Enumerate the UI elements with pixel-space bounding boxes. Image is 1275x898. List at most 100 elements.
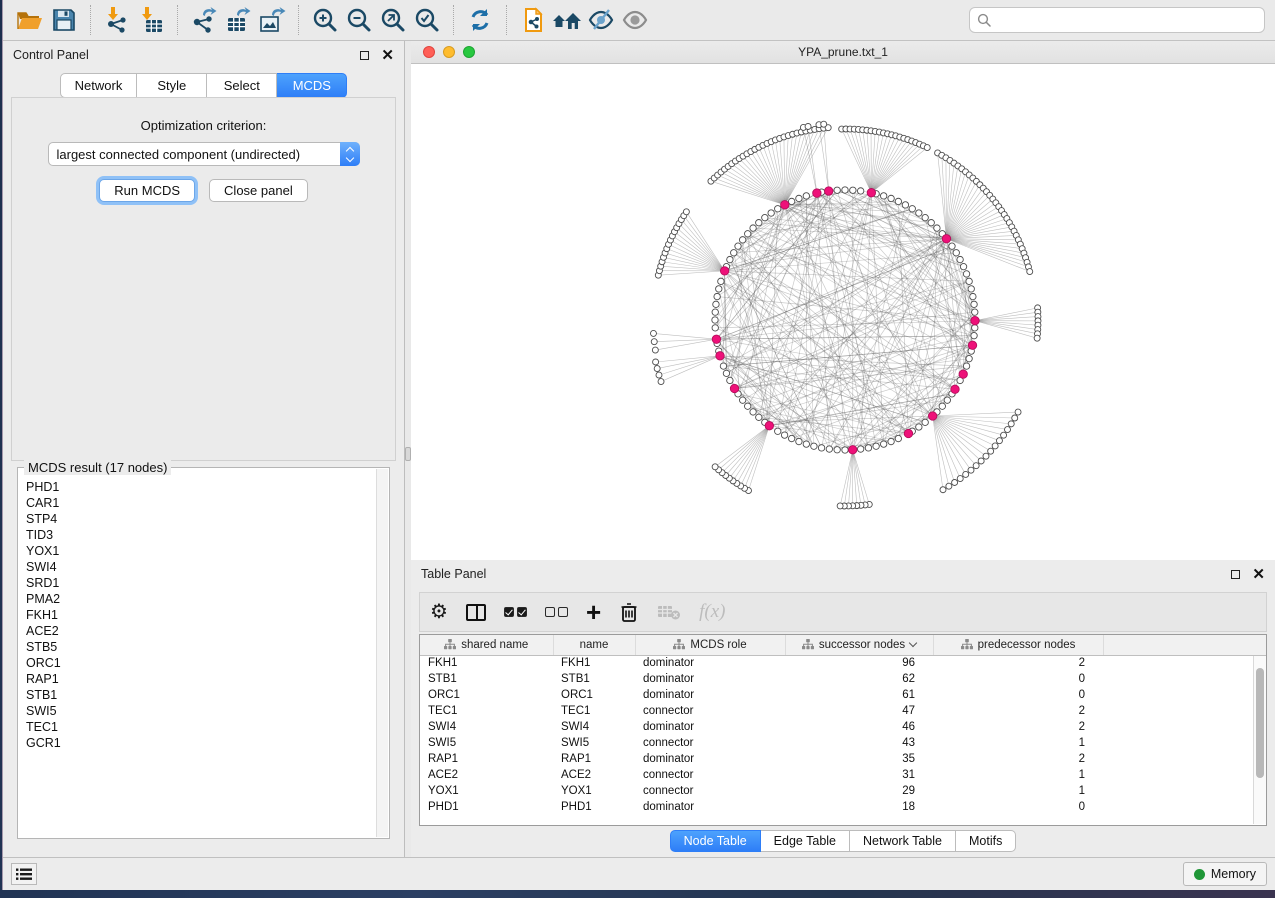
table-row[interactable]: TEC1TEC1connector472 [420, 703, 1267, 719]
network-node[interactable] [775, 206, 781, 212]
mcds-result-item[interactable]: SWI4 [26, 559, 376, 575]
network-leaf-node[interactable] [957, 476, 963, 482]
table-scrollbar[interactable] [1253, 656, 1266, 824]
network-node[interactable] [750, 225, 756, 231]
mcds-result-item[interactable]: ORC1 [26, 655, 376, 671]
table-cell[interactable]: dominator [635, 655, 785, 671]
run-mcds-button[interactable]: Run MCDS [99, 179, 195, 202]
network-node[interactable] [731, 250, 737, 256]
mcds-hub-node[interactable] [730, 384, 738, 392]
float-panel-icon[interactable] [360, 51, 369, 60]
table-cell[interactable]: 18 [785, 799, 933, 815]
table-cell[interactable]: connector [635, 703, 785, 719]
network-node[interactable] [970, 293, 976, 299]
network-node[interactable] [714, 293, 720, 299]
select-all-button[interactable] [504, 607, 527, 617]
network-node[interactable] [826, 446, 832, 452]
zoom-selected-button[interactable] [410, 4, 444, 36]
mcds-result-item[interactable]: FKH1 [26, 607, 376, 623]
network-node[interactable] [934, 225, 940, 231]
table-cell[interactable]: ORC1 [553, 687, 635, 703]
network-leaf-node[interactable] [963, 471, 969, 477]
column-header-predecessor-nodes[interactable]: predecessor nodes [933, 635, 1103, 655]
table-cell[interactable]: 1 [933, 783, 1103, 799]
network-node[interactable] [756, 414, 762, 420]
tab-motifs[interactable]: Motifs [956, 830, 1016, 852]
network-leaf-node[interactable] [1012, 415, 1018, 421]
network-leaf-node[interactable] [712, 464, 718, 470]
hide-details-button[interactable] [584, 4, 618, 36]
table-cell[interactable]: 0 [933, 671, 1103, 687]
tab-select[interactable]: Select [207, 73, 277, 98]
table-row[interactable]: PHD1PHD1dominator180 [420, 799, 1267, 815]
column-header-name[interactable]: name [553, 635, 635, 655]
mcds-hub-node[interactable] [968, 341, 976, 349]
network-node[interactable] [842, 187, 848, 193]
network-node[interactable] [811, 443, 817, 449]
mcds-hub-node[interactable] [959, 370, 967, 378]
mcds-hub-node[interactable] [849, 446, 857, 454]
show-columns-button[interactable] [466, 604, 486, 621]
network-leaf-node[interactable] [1008, 421, 1014, 427]
network-node[interactable] [895, 198, 901, 204]
export-image-button[interactable] [255, 4, 289, 36]
table-cell[interactable]: RAP1 [420, 751, 553, 767]
network-node[interactable] [880, 441, 886, 447]
open-file-button[interactable] [13, 4, 47, 36]
table-cell[interactable]: SWI5 [553, 735, 635, 751]
show-all-networks-button[interactable] [550, 4, 584, 36]
table-cell[interactable]: PHD1 [420, 799, 553, 815]
table-cell[interactable]: dominator [635, 799, 785, 815]
network-node[interactable] [880, 193, 886, 199]
network-leaf-node[interactable] [656, 372, 662, 378]
table-scrollbar-thumb[interactable] [1256, 668, 1264, 778]
network-node[interactable] [735, 243, 741, 249]
mcds-hub-node[interactable] [951, 385, 959, 393]
network-leaf-node[interactable] [973, 463, 979, 469]
table-cell[interactable]: YOX1 [420, 783, 553, 799]
network-canvas[interactable] [411, 64, 1275, 560]
network-leaf-node[interactable] [1027, 269, 1033, 275]
table-cell[interactable]: SWI4 [420, 719, 553, 735]
mcds-result-item[interactable]: ACE2 [26, 623, 376, 639]
mcds-hub-node[interactable] [781, 201, 789, 209]
table-row[interactable]: ACE2ACE2connector311 [420, 767, 1267, 783]
network-node[interactable] [803, 193, 809, 199]
tab-network[interactable]: Network [60, 73, 138, 98]
network-leaf-node[interactable] [983, 453, 989, 459]
network-node[interactable] [781, 432, 787, 438]
table-cell[interactable]: connector [635, 783, 785, 799]
network-leaf-node[interactable] [996, 438, 1002, 444]
network-node[interactable] [723, 370, 729, 376]
column-header-shared-name[interactable]: shared name [420, 635, 553, 655]
table-cell[interactable]: 62 [785, 671, 933, 687]
mcds-hub-node[interactable] [813, 189, 821, 197]
network-node[interactable] [739, 237, 745, 243]
network-node[interactable] [939, 403, 945, 409]
network-node[interactable] [966, 278, 972, 284]
table-cell[interactable]: 35 [785, 751, 933, 767]
network-node[interactable] [865, 445, 871, 451]
network-node[interactable] [744, 403, 750, 409]
mcds-result-item[interactable]: STP4 [26, 511, 376, 527]
table-cell[interactable]: TEC1 [553, 703, 635, 719]
network-node[interactable] [768, 210, 774, 216]
network-leaf-node[interactable] [652, 347, 658, 353]
network-node[interactable] [744, 231, 750, 237]
network-node[interactable] [916, 210, 922, 216]
network-node[interactable] [834, 187, 840, 193]
add-column-button[interactable]: + [586, 602, 601, 623]
mcds-hub-node[interactable] [867, 189, 875, 197]
network-node[interactable] [873, 443, 879, 449]
table-cell[interactable]: 0 [933, 687, 1103, 703]
table-cell[interactable]: 2 [933, 751, 1103, 767]
network-leaf-node[interactable] [940, 487, 946, 493]
mcds-result-item[interactable]: CAR1 [26, 495, 376, 511]
table-cell[interactable]: STB1 [553, 671, 635, 687]
network-node[interactable] [818, 445, 824, 451]
mcds-result-item[interactable]: TEC1 [26, 719, 376, 735]
network-leaf-node[interactable] [952, 479, 958, 485]
mcds-result-item[interactable]: RAP1 [26, 671, 376, 687]
mcds-result-scrollbar[interactable] [376, 469, 388, 837]
network-node[interactable] [971, 332, 977, 338]
